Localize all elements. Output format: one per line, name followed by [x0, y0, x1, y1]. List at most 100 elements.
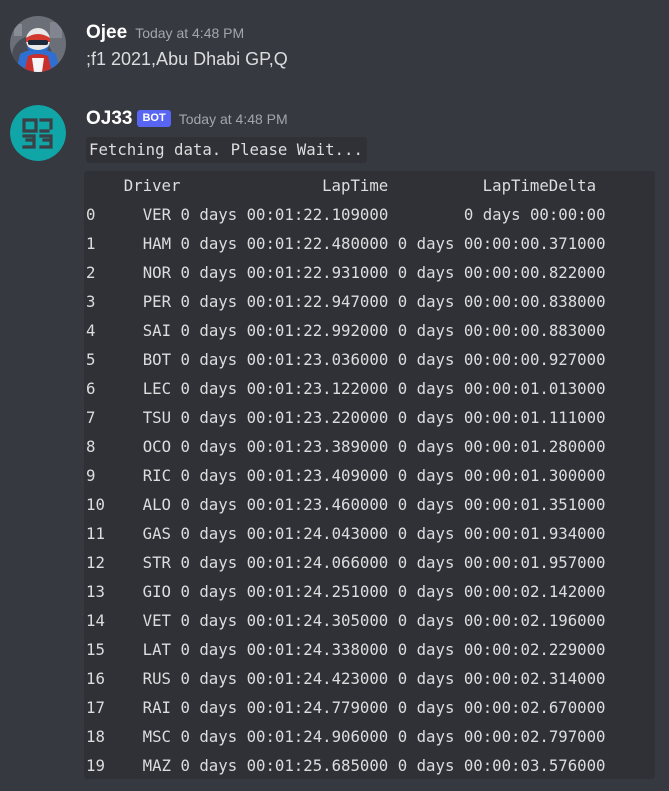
driver-cell: TSU [142, 408, 172, 427]
lap-time-delta-cell: 0 days 00:00:01.300000 [397, 466, 606, 485]
driver-cell: LAT [142, 640, 172, 659]
table-row: 17 RAI 0 days 00:01:24.779000 0 days 00:… [86, 693, 606, 722]
driver-cell: ALO [142, 495, 172, 514]
row-index: 8 [86, 437, 96, 456]
username[interactable]: Ojee [86, 22, 127, 43]
lap-time-delta-cell: 0 days 00:00:01.280000 [397, 437, 606, 456]
lap-time-cell: 0 days 00:01:24.906000 [180, 727, 389, 746]
driver-cell: SAI [142, 321, 172, 340]
row-index: 0 [86, 205, 96, 224]
lap-time-cell: 0 days 00:01:24.066000 [180, 553, 389, 572]
lap-time-delta-cell: 0 days 00:00:00 [463, 205, 606, 224]
lap-time-delta-cell: 0 days 00:00:01.351000 [397, 495, 606, 514]
table-row: 5 BOT 0 days 00:01:23.036000 0 days 00:0… [86, 345, 606, 374]
table-row: 11 GAS 0 days 00:01:24.043000 0 days 00:… [86, 519, 606, 548]
table-row: 19 MAZ 0 days 00:01:25.685000 0 days 00:… [86, 751, 606, 779]
row-index: 16 [86, 669, 105, 688]
lap-time-delta-cell: 0 days 00:00:02.229000 [397, 640, 606, 659]
table-row: 1 HAM 0 days 00:01:22.480000 0 days 00:0… [86, 229, 606, 258]
driver-cell: PER [142, 292, 172, 311]
lap-time-cell: 0 days 00:01:23.389000 [180, 437, 389, 456]
row-index: 4 [86, 321, 96, 340]
row-index: 5 [86, 350, 96, 369]
row-index: 11 [86, 524, 105, 543]
lap-time-cell: 0 days 00:01:24.338000 [180, 640, 389, 659]
message-ojee: Ojee Today at 4:48 PM ;f1 2021,Abu Dhabi … [0, 14, 669, 80]
lap-time-cell: 0 days 00:01:24.423000 [180, 669, 389, 688]
row-index: 1 [86, 234, 96, 253]
lap-time-delta-cell: 0 days 00:00:01.934000 [397, 524, 606, 543]
oj33-logo-avatar-icon [10, 105, 66, 161]
lap-time-table: Driver LapTime LapTimeDelta 0 VER 0 days… [84, 171, 655, 779]
lap-time-delta-cell: 0 days 00:00:00.371000 [397, 234, 606, 253]
message-content: ;f1 2021,Abu Dhabi GP,Q [86, 49, 288, 69]
status-message: Fetching data. Please Wait... [86, 137, 367, 163]
driver-cell: OCO [142, 437, 172, 456]
lap-time-cell: 0 days 00:01:25.685000 [180, 756, 389, 775]
table-header-row: Driver LapTime LapTimeDelta [86, 176, 597, 195]
driver-cell: MSC [142, 727, 172, 746]
table-row: 3 PER 0 days 00:01:22.947000 0 days 00:0… [86, 287, 606, 316]
lap-time-cell: 0 days 00:01:23.220000 [180, 408, 389, 427]
lap-time-delta-cell: 0 days 00:00:01.957000 [397, 553, 606, 572]
row-index: 13 [86, 582, 105, 601]
driver-cell: BOT [142, 350, 172, 369]
lap-time-delta-cell: 0 days 00:00:01.013000 [397, 379, 606, 398]
lap-time-cell: 0 days 00:01:23.409000 [180, 466, 389, 485]
lap-time-cell: 0 days 00:01:23.036000 [180, 350, 389, 369]
lap-time-cell: 0 days 00:01:22.109000 [180, 205, 389, 224]
username[interactable]: OJ33 [86, 108, 132, 129]
table-row: 6 LEC 0 days 00:01:23.122000 0 days 00:0… [86, 374, 606, 403]
table-row: 8 OCO 0 days 00:01:23.389000 0 days 00:0… [86, 432, 606, 461]
row-index: 12 [86, 553, 105, 572]
lap-time-cell: 0 days 00:01:22.992000 [180, 321, 389, 340]
bot-badge: BOT [137, 109, 171, 127]
racing-driver-avatar-icon [10, 16, 66, 72]
row-index: 19 [86, 756, 105, 775]
lap-time-delta-cell: 0 days 00:00:00.883000 [397, 321, 606, 340]
table-row: 14 VET 0 days 00:01:24.305000 0 days 00:… [86, 606, 606, 635]
lap-time-delta-cell: 0 days 00:00:00.822000 [397, 263, 606, 282]
table-row: 0 VER 0 days 00:01:22.109000 0 days 00:0… [86, 200, 606, 229]
bot-avatar[interactable] [10, 105, 66, 161]
timestamp: Today at 4:48 PM [178, 111, 288, 127]
lap-time-delta-cell: 0 days 00:00:00.927000 [397, 350, 606, 369]
driver-cell: VET [142, 611, 172, 630]
row-index: 7 [86, 408, 96, 427]
lap-time-delta-cell: 0 days 00:00:01.111000 [397, 408, 606, 427]
table-row: 18 MSC 0 days 00:01:24.906000 0 days 00:… [86, 722, 606, 751]
table-row: 13 GIO 0 days 00:01:24.251000 0 days 00:… [86, 577, 606, 606]
table-row: 7 TSU 0 days 00:01:23.220000 0 days 00:0… [86, 403, 606, 432]
row-index: 6 [86, 379, 96, 398]
lap-time-cell: 0 days 00:01:22.480000 [180, 234, 389, 253]
driver-cell: RAI [142, 698, 172, 717]
driver-cell: RIC [142, 466, 172, 485]
table-row: 16 RUS 0 days 00:01:24.423000 0 days 00:… [86, 664, 606, 693]
table-row: 2 NOR 0 days 00:01:22.931000 0 days 00:0… [86, 258, 606, 287]
lap-time-cell: 0 days 00:01:24.251000 [180, 582, 389, 601]
row-index: 14 [86, 611, 105, 630]
lap-time-delta-cell: 0 days 00:00:02.670000 [397, 698, 606, 717]
driver-cell: STR [142, 553, 172, 572]
row-index: 2 [86, 263, 96, 282]
row-index: 17 [86, 698, 105, 717]
lap-time-delta-cell: 0 days 00:00:03.576000 [397, 756, 606, 775]
lap-time-cell: 0 days 00:01:22.947000 [180, 292, 389, 311]
table-row: 9 RIC 0 days 00:01:23.409000 0 days 00:0… [86, 461, 606, 490]
message-header: Ojee Today at 4:48 PM [86, 21, 244, 45]
timestamp: Today at 4:48 PM [135, 25, 245, 41]
row-index: 18 [86, 727, 105, 746]
lap-time-cell: 0 days 00:01:23.122000 [180, 379, 389, 398]
driver-cell: VER [142, 205, 172, 224]
driver-cell: MAZ [142, 756, 172, 775]
lap-time-delta-cell: 0 days 00:00:02.142000 [397, 582, 606, 601]
table-row: 15 LAT 0 days 00:01:24.338000 0 days 00:… [86, 635, 606, 664]
lap-time-delta-cell: 0 days 00:00:02.314000 [397, 669, 606, 688]
lap-time-delta-cell: 0 days 00:00:02.196000 [397, 611, 606, 630]
lap-time-cell: 0 days 00:01:22.931000 [180, 263, 389, 282]
user-avatar[interactable] [10, 16, 66, 72]
table-row: 4 SAI 0 days 00:01:22.992000 0 days 00:0… [86, 316, 606, 345]
driver-cell: LEC [142, 379, 172, 398]
lap-time-cell: 0 days 00:01:23.460000 [180, 495, 389, 514]
row-index: 15 [86, 640, 105, 659]
